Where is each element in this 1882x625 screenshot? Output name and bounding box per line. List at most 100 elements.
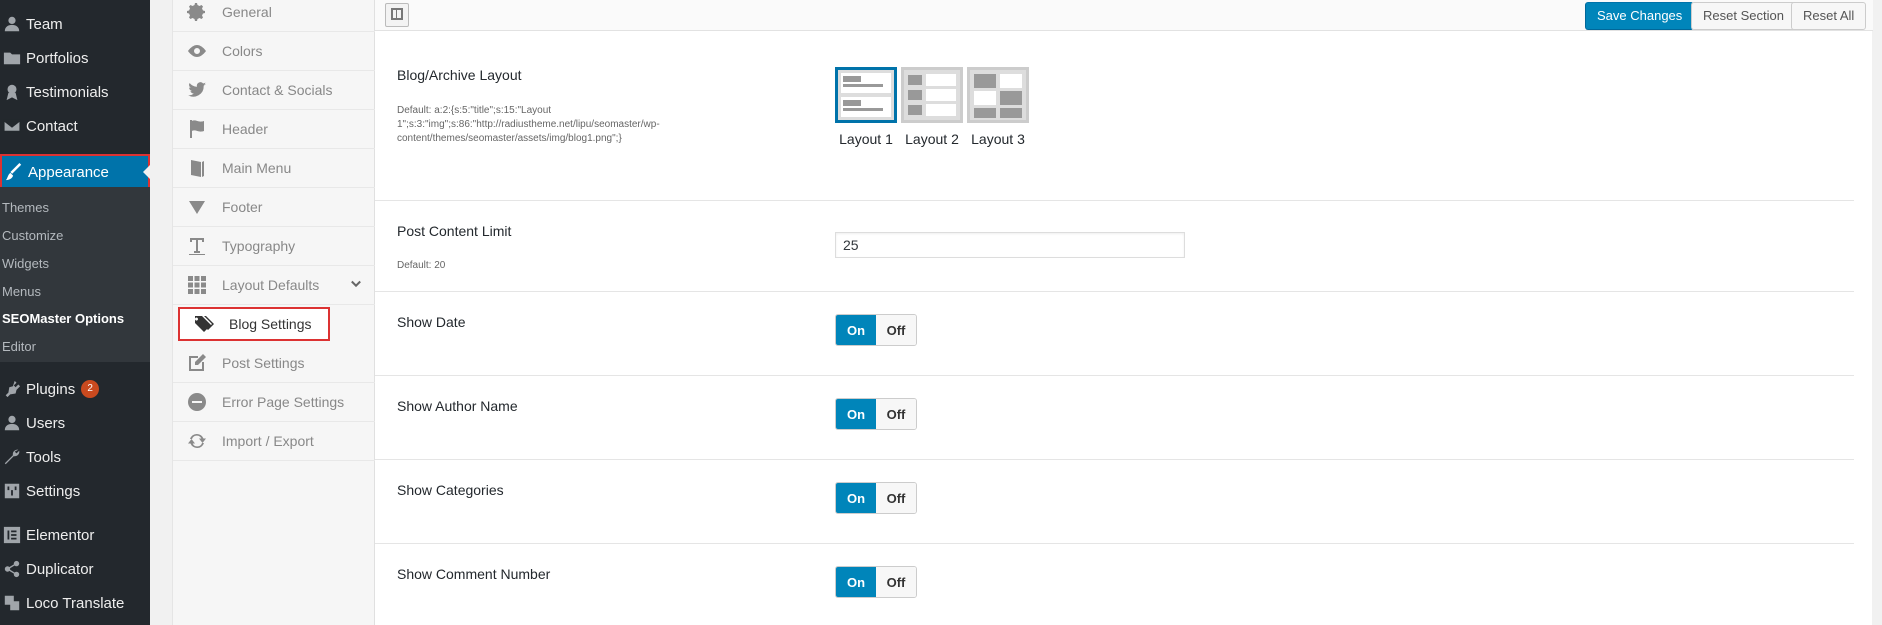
elementor-icon [0,525,24,545]
nav-footer[interactable]: Footer [173,188,375,227]
reset-all-button[interactable]: Reset All [1791,2,1867,30]
refresh-icon [186,430,208,452]
menu-item-label: Portfolios [26,49,89,67]
nav-label: Main Menu [222,160,292,176]
flag-icon [186,118,208,140]
switch-on-button[interactable]: On [836,483,876,513]
nav-header[interactable]: Header [173,110,375,149]
chevron-down-icon[interactable] [349,278,363,295]
switch-on-button[interactable]: On [836,567,876,597]
menu-item-label: Contact [26,117,78,135]
user-icon [0,14,24,34]
submenu-themes[interactable]: Themes [2,197,49,219]
menu-item-tools[interactable]: Tools [0,440,150,474]
triangle-down-icon [186,196,208,218]
translate-icon [0,593,24,613]
menu-item-appearance[interactable]: Appearance [0,154,150,190]
options-nav: General Colors Contact & Socials Header … [173,0,375,625]
setting-blog-layout: Blog/Archive Layout Default: a:2:{s:5:"t… [375,31,1854,201]
show-author-switch: On Off [835,398,917,430]
nav-post-settings[interactable]: Post Settings [173,344,375,383]
appearance-submenu: Themes Customize Widgets Menus SEOMaster… [0,187,150,362]
switch-off-button[interactable]: Off [876,483,916,513]
layout-option-label: Layout 1 [839,131,893,147]
switch-on-button[interactable]: On [836,399,876,429]
menu-item-label: Settings [26,482,81,500]
switch-off-button[interactable]: Off [876,567,916,597]
submenu-customize[interactable]: Customize [2,225,63,247]
paintbrush-icon [2,162,26,182]
options-toolbar: Save Changes Reset Section Reset All [375,0,1873,31]
menu-item-loco-translate[interactable]: Loco Translate [0,586,150,620]
menu-item-elementor[interactable]: Elementor [0,518,150,552]
book-icon [186,157,208,179]
reset-section-button[interactable]: Reset Section [1691,2,1796,30]
menu-item-team[interactable]: Team [0,7,150,41]
post-limit-control [835,232,1185,258]
nav-blog-settings[interactable]: Blog Settings [178,307,330,341]
submenu-menus[interactable]: Menus [2,281,41,303]
nav-label: Colors [222,43,263,59]
nav-import-export[interactable]: Import / Export [173,422,375,461]
plugin-icon [0,379,24,399]
nav-layout-defaults[interactable]: Layout Defaults [173,266,375,305]
menu-item-testimonials[interactable]: Testimonials [0,75,150,109]
menu-item-label: Team [26,15,63,33]
menu-item-users[interactable]: Users [0,406,150,440]
menu-item-label: Duplicator [26,560,94,578]
setting-show-categories: Show Categories On Off [375,460,1854,544]
submenu-seomaster-options[interactable]: SEOMaster Options [2,308,124,330]
setting-title: Blog/Archive Layout [397,67,522,83]
show-date-switch: On Off [835,314,917,346]
nav-label: Contact & Socials [222,82,333,98]
setting-default-desc: Default: 20 [397,260,446,271]
default-line-1: Default: a:2:{s:5:"title";s:15:"Layout [397,105,552,116]
submenu-widgets[interactable]: Widgets [2,253,49,275]
nav-label: Layout Defaults [222,277,320,293]
nav-label: Import / Export [222,433,314,449]
save-changes-button[interactable]: Save Changes [1585,2,1695,30]
folder-icon [0,48,24,68]
layout-toggle-icon [390,7,404,24]
setting-title: Show Date [397,314,466,330]
switch-on-button[interactable]: On [836,315,876,345]
setting-default-desc: Default: a:2:{s:5:"title";s:15:"Layout 1… [397,104,660,146]
menu-item-settings[interactable]: Settings [0,474,150,508]
current-caret [143,165,150,179]
twitter-icon [186,79,208,101]
nav-error-page-settings[interactable]: Error Page Settings [173,383,375,422]
layout-option-2[interactable]: Layout 2 [901,67,963,147]
switch-off-button[interactable]: Off [876,315,916,345]
share-icon [0,559,24,579]
submenu-editor[interactable]: Editor [2,336,36,358]
nav-label: Footer [222,199,263,215]
default-line-3: content/themes/seomaster/assets/img/blog… [397,133,622,144]
nav-main-menu[interactable]: Main Menu [173,149,375,188]
menu-item-label: Loco Translate [26,594,125,612]
menu-item-duplicator[interactable]: Duplicator [0,552,150,586]
layout-option-1[interactable]: Layout 1 [835,67,897,147]
switch-off-button[interactable]: Off [876,399,916,429]
nav-typography[interactable]: Typography [173,227,375,266]
setting-title: Show Categories [397,482,504,498]
menu-item-label: Elementor [26,526,95,544]
user-icon [0,413,24,433]
edit-icon [186,352,208,374]
nav-general[interactable]: General [173,0,375,32]
menu-item-contact[interactable]: Contact [0,109,150,143]
tags-icon [193,313,215,335]
post-content-limit-input[interactable] [835,232,1185,258]
layout-selector: Layout 1 Layout 2 Layout 3 [835,67,1029,147]
menu-item-plugins[interactable]: Plugins 2 [0,372,150,406]
mail-icon [0,116,24,136]
grid-icon [186,274,208,296]
layout-option-3[interactable]: Layout 3 [967,67,1029,147]
expand-toggle-button[interactable] [385,3,409,27]
nav-label: Typography [222,238,296,254]
menu-item-label: Users [26,414,66,432]
nav-contact-socials[interactable]: Contact & Socials [173,71,375,110]
admin-sidebar: Team Portfolios Testimonials Contact App… [0,0,150,625]
menu-item-label: Testimonials [26,83,109,101]
menu-item-portfolios[interactable]: Portfolios [0,41,150,75]
nav-colors[interactable]: Colors [173,32,375,71]
